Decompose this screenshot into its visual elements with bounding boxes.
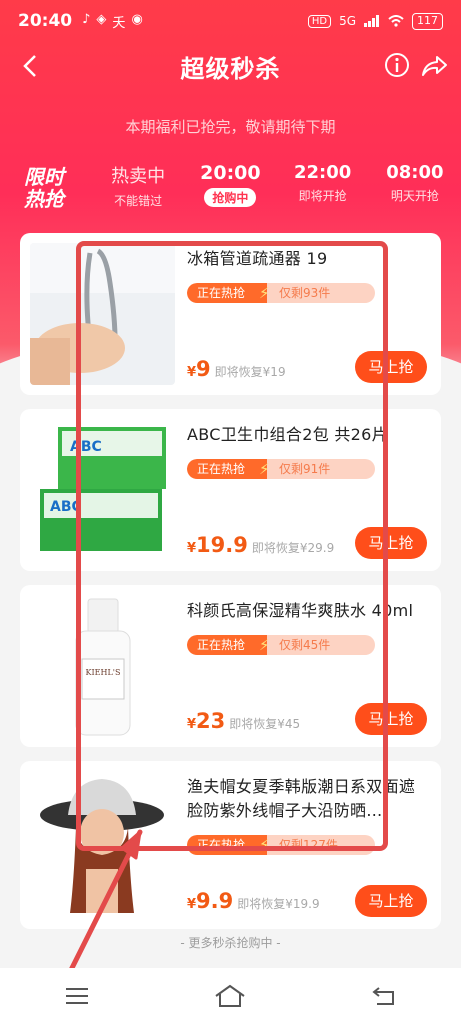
sale-price: 9.9 bbox=[196, 889, 234, 913]
hot-badge: 正在热抢 bbox=[187, 835, 267, 855]
notice-text: 本期福利已抢完，敬请期待下期 bbox=[125, 118, 336, 136]
lightning-icon: ⚡ bbox=[259, 460, 270, 478]
share-icon bbox=[422, 56, 447, 76]
sale-price: 19.9 bbox=[196, 533, 248, 557]
page-title: 超级秒杀 bbox=[180, 54, 281, 83]
menu-button[interactable] bbox=[57, 976, 97, 1016]
back-icon bbox=[372, 987, 395, 1005]
svg-text:KIEHL'S: KIEHL'S bbox=[86, 668, 121, 677]
status-time: 20:40 bbox=[18, 11, 73, 31]
share-button[interactable] bbox=[419, 51, 449, 81]
tab-time: 热卖中 bbox=[111, 166, 166, 187]
price: ¥19.9 即将恢复¥29.9 bbox=[187, 533, 334, 557]
buy-now-button[interactable]: 马上抢 bbox=[355, 527, 427, 559]
status-bar: 20:40 ♪ ◈ 夭 ◉ HD 5G 117 bbox=[0, 0, 461, 42]
home-icon bbox=[215, 984, 246, 1007]
product-card[interactable]: ABC ABC ABC卫生巾组合2包 共26片 正在热抢 ⚡ 仅剩91件 ¥19… bbox=[20, 409, 441, 571]
product-card[interactable]: 冰箱管道疏通器 19 正在热抢 ⚡ 仅剩93件 ¥9 即将恢复¥19 马上抢 bbox=[20, 233, 441, 395]
buy-now-button[interactable]: 马上抢 bbox=[355, 703, 427, 735]
product-name: ABC卫生巾组合2包 共26片 bbox=[187, 425, 388, 444]
hot-badge: 正在热抢 bbox=[187, 635, 267, 655]
sale-price: 23 bbox=[196, 709, 226, 733]
chevron-left-icon bbox=[23, 55, 36, 77]
time-tabs: 限时 热抢 热卖中 不能错过 20:00 抢购中 22:00 即将开抢 08:0… bbox=[0, 162, 461, 222]
status-app-icons: ♪ ◈ 夭 ◉ bbox=[82, 12, 143, 31]
logo-line-2: 热抢 bbox=[24, 187, 64, 211]
svg-text:ABC: ABC bbox=[50, 499, 82, 515]
tab-2200[interactable]: 22:00 即将开抢 bbox=[277, 162, 369, 204]
stock-progress: 正在热抢 ⚡ 仅剩93件 bbox=[187, 283, 375, 303]
tab-status: 不能错过 bbox=[114, 194, 163, 208]
more-deals-text: - 更多秒杀抢购中 - bbox=[180, 936, 281, 950]
tab-0800[interactable]: 08:00 明天开抢 bbox=[369, 162, 461, 204]
original-price: 即将恢复¥19 bbox=[214, 365, 286, 379]
status-indicators: HD 5G 117 bbox=[307, 12, 443, 30]
weibo-icon: ◉ bbox=[131, 11, 143, 27]
menu-icon bbox=[65, 988, 88, 1004]
price: ¥23 即将恢复¥45 bbox=[187, 709, 300, 733]
remaining-stock: 仅剩91件 bbox=[279, 462, 331, 476]
sale-price: 9 bbox=[196, 357, 211, 381]
currency-symbol: ¥ bbox=[187, 541, 197, 556]
tab-status: 明天开抢 bbox=[390, 189, 439, 203]
remaining-stock: 仅剩127件 bbox=[279, 838, 338, 852]
product-image bbox=[30, 243, 175, 385]
battery-indicator: 117 bbox=[412, 12, 443, 30]
remaining-stock: 仅剩45件 bbox=[279, 638, 331, 652]
price: ¥9.9 即将恢复¥19.9 bbox=[187, 889, 320, 913]
app-icon: ◈ bbox=[96, 11, 107, 27]
hd-badge: HD bbox=[307, 14, 332, 28]
tab-status: 抢购中 bbox=[204, 188, 257, 207]
info-button[interactable] bbox=[383, 51, 411, 79]
info-icon bbox=[385, 53, 409, 77]
svg-text:ABC: ABC bbox=[70, 439, 102, 455]
stock-progress: 正在热抢 ⚡ 仅剩45件 bbox=[187, 635, 375, 655]
tiktok-icon: ♪ bbox=[82, 11, 91, 27]
product-name: 冰箱管道疏通器 19 bbox=[187, 249, 328, 268]
network-label: 5G bbox=[339, 14, 356, 28]
product-list: 冰箱管道疏通器 19 正在热抢 ⚡ 仅剩93件 ¥9 即将恢复¥19 马上抢 AB… bbox=[20, 233, 441, 943]
wifi-icon bbox=[388, 15, 404, 27]
tab-2000[interactable]: 20:00 抢购中 bbox=[184, 162, 276, 207]
signal-icon bbox=[364, 15, 379, 27]
currency-symbol: ¥ bbox=[187, 897, 197, 912]
product-name: 渔夫帽女夏季韩版潮日系双面遮脸防紫外线帽子大沿防晒… bbox=[187, 777, 416, 820]
product-card[interactable]: KIEHL'S 科颜氏高保湿精华爽肤水 40ml 正在热抢 ⚡ 仅剩45件 ¥2… bbox=[20, 585, 441, 747]
lightning-icon: ⚡ bbox=[259, 836, 270, 854]
back-nav-button[interactable] bbox=[364, 976, 404, 1016]
product-image: ABC ABC bbox=[30, 419, 175, 561]
back-button[interactable] bbox=[14, 50, 46, 82]
tab-status: 即将开抢 bbox=[298, 189, 347, 203]
lightning-icon: ⚡ bbox=[259, 284, 270, 302]
currency-symbol: ¥ bbox=[187, 365, 197, 380]
currency-symbol: ¥ bbox=[187, 717, 197, 732]
product-image: KIEHL'S bbox=[30, 595, 175, 737]
stock-progress: 正在热抢 ⚡ 仅剩127件 bbox=[187, 835, 375, 855]
buy-now-button[interactable]: 马上抢 bbox=[355, 351, 427, 383]
screen: 20:40 ♪ ◈ 夭 ◉ HD 5G 117 超级秒杀 本期福利已抢完，敬请期… bbox=[0, 0, 461, 1024]
hot-badge: 正在热抢 bbox=[187, 283, 267, 303]
flash-sale-logo: 限时 热抢 bbox=[0, 162, 92, 210]
price: ¥9 即将恢复¥19 bbox=[187, 357, 286, 381]
title-bar: 超级秒杀 bbox=[0, 42, 461, 90]
stock-progress: 正在热抢 ⚡ 仅剩91件 bbox=[187, 459, 375, 479]
original-price: 即将恢复¥19.9 bbox=[237, 897, 320, 911]
app-icon: 夭 bbox=[112, 15, 126, 31]
product-card[interactable]: 渔夫帽女夏季韩版潮日系双面遮脸防紫外线帽子大沿防晒… 正在热抢 ⚡ 仅剩127件… bbox=[20, 761, 441, 929]
tab-hot[interactable]: 热卖中 不能错过 bbox=[92, 162, 184, 209]
tab-time: 20:00 bbox=[200, 162, 261, 184]
tab-time: 22:00 bbox=[293, 162, 352, 183]
product-name: 科颜氏高保湿精华爽肤水 40ml bbox=[187, 601, 414, 620]
lightning-icon: ⚡ bbox=[259, 636, 270, 654]
original-price: 即将恢复¥29.9 bbox=[251, 541, 335, 555]
remaining-stock: 仅剩93件 bbox=[279, 286, 331, 300]
original-price: 即将恢复¥45 bbox=[229, 717, 301, 731]
hot-badge: 正在热抢 bbox=[187, 459, 267, 479]
logo-line-1: 限时 bbox=[24, 165, 64, 189]
home-button[interactable] bbox=[210, 976, 250, 1016]
system-nav-bar bbox=[0, 968, 461, 1024]
tab-time: 08:00 bbox=[386, 162, 444, 183]
product-image bbox=[30, 771, 175, 913]
buy-now-button[interactable]: 马上抢 bbox=[355, 885, 427, 917]
